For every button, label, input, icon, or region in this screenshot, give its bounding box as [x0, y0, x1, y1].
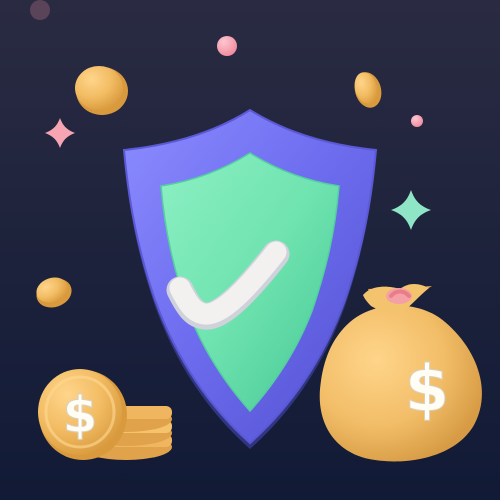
small-pink-dot-icon — [411, 115, 423, 127]
dollar-sign-icon: $ — [405, 353, 450, 427]
security-money-illustration: $ $ — [0, 0, 500, 500]
faded-dot-icon — [30, 0, 50, 20]
pink-dot-icon — [217, 36, 237, 56]
dollar-sign-icon: $ — [63, 386, 98, 444]
illustration-canvas: $ $ — [0, 0, 500, 500]
